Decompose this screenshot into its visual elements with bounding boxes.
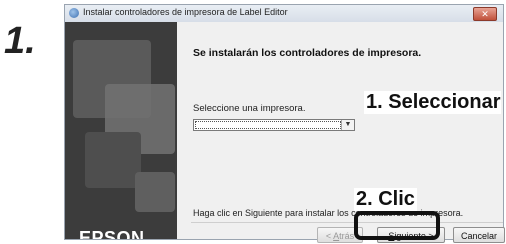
cancel-button[interactable]: Cancelar bbox=[453, 227, 505, 243]
printer-select[interactable]: ▼ bbox=[193, 119, 355, 131]
printer-select-value bbox=[195, 121, 341, 129]
chevron-down-icon[interactable]: ▼ bbox=[341, 120, 354, 130]
window-title: Instalar controladores de impresora de L… bbox=[83, 7, 288, 17]
title-bar[interactable]: Instalar controladores de impresora de L… bbox=[65, 5, 503, 23]
callout-select: 1. Seleccionar bbox=[364, 91, 501, 114]
divider bbox=[191, 222, 503, 223]
brand-logo: EPSON bbox=[79, 228, 145, 239]
page-heading: Se instalarán los controladores de impre… bbox=[193, 47, 422, 59]
decorative-square bbox=[85, 132, 141, 188]
step-number: 1. bbox=[4, 20, 36, 62]
highlight-frame bbox=[354, 211, 440, 240]
callout-click: 2. Clic bbox=[354, 188, 417, 211]
printer-select-label: Seleccione una impresora. bbox=[193, 103, 306, 114]
close-button[interactable]: ✕ bbox=[473, 7, 497, 21]
installer-window: Instalar controladores de impresora de L… bbox=[64, 4, 505, 243]
content-panel: Se instalarán los controladores de impre… bbox=[177, 22, 505, 243]
brand-panel: EPSON bbox=[65, 22, 177, 239]
close-icon: ✕ bbox=[481, 9, 489, 19]
app-icon bbox=[69, 8, 79, 18]
decorative-square bbox=[135, 172, 175, 212]
